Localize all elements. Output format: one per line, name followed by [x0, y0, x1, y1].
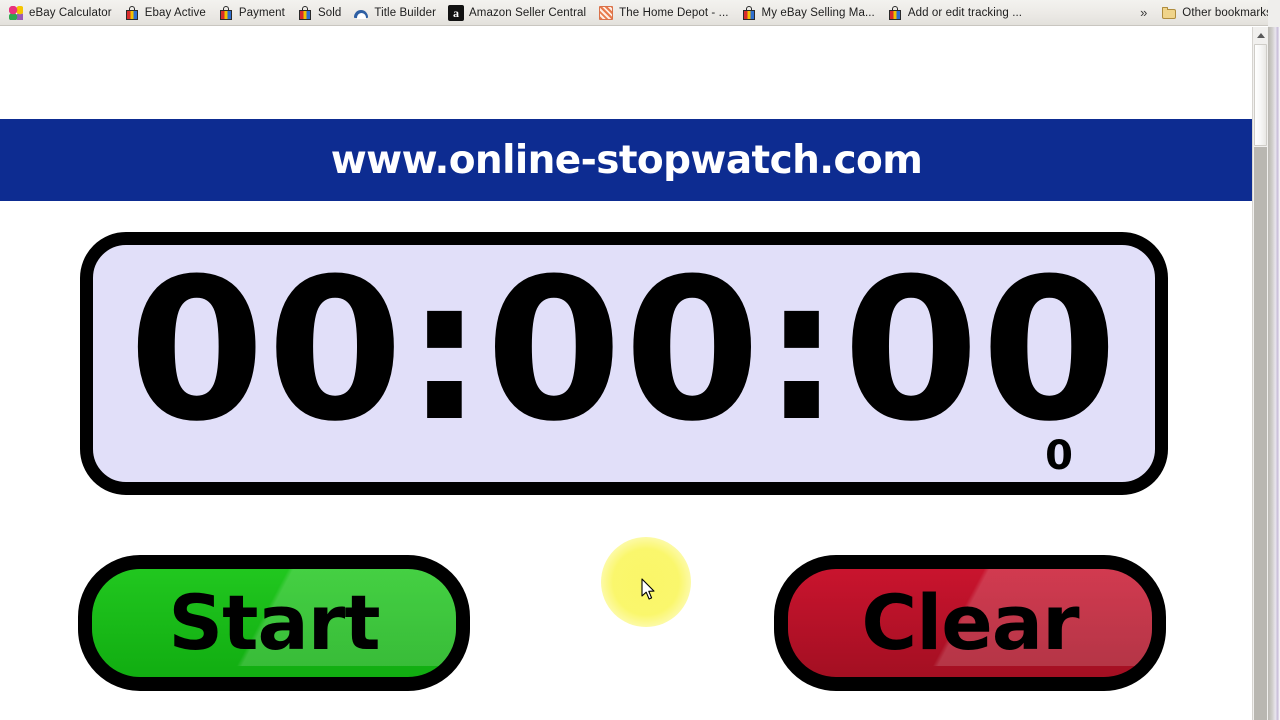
- hatch-icon: [598, 5, 614, 21]
- bookmark-title-builder[interactable]: Title Builder: [349, 3, 443, 23]
- bookmark-add-or-edit-tracking[interactable]: Add or edit tracking ...: [883, 3, 1029, 23]
- ebay-bag-icon: [887, 5, 903, 21]
- amazon-icon: a: [448, 4, 464, 21]
- bookmark-amazon-seller-central[interactable]: a Amazon Seller Central: [444, 3, 593, 23]
- bookmark-label: eBay Calculator: [29, 6, 112, 19]
- pinwheel-icon: [8, 5, 24, 21]
- bookmarks-bar: eBay Calculator Ebay Active Payment Sold…: [0, 0, 1280, 26]
- bookmark-home-depot[interactable]: The Home Depot - ...: [594, 3, 735, 23]
- bookmark-label: Add or edit tracking ...: [907, 6, 1023, 19]
- stopwatch-time: 00:00:00: [128, 237, 1120, 465]
- bookmarks-overflow-chevron-icon[interactable]: »: [1130, 3, 1157, 23]
- scrollbar-thumb[interactable]: [1254, 44, 1267, 146]
- bookmark-ebay-active[interactable]: Ebay Active: [120, 3, 213, 23]
- site-banner: www.online-stopwatch.com: [0, 119, 1253, 201]
- bookmark-sold[interactable]: Sold: [293, 3, 348, 23]
- screen: eBay Calculator Ebay Active Payment Sold…: [0, 0, 1280, 720]
- ebay-bag-icon: [741, 5, 757, 21]
- bookmark-label: Sold: [317, 6, 342, 19]
- bookmark-payment[interactable]: Payment: [214, 3, 292, 23]
- start-button[interactable]: Start: [78, 555, 470, 691]
- bookmark-label: The Home Depot - ...: [619, 6, 729, 19]
- window-edge-top: [1268, 0, 1280, 27]
- start-button-label: Start: [168, 578, 380, 667]
- site-title: www.online-stopwatch.com: [330, 137, 923, 183]
- window-edge: [1268, 27, 1280, 720]
- scroll-up-arrow-icon[interactable]: [1253, 27, 1268, 43]
- bookmark-label: Payment: [238, 6, 285, 19]
- ebay-bag-icon: [297, 5, 313, 21]
- swoosh-icon: [353, 5, 369, 21]
- stopwatch-display: 00:00:00 0: [80, 232, 1168, 495]
- folder-icon: [1161, 5, 1177, 21]
- vertical-scrollbar[interactable]: [1252, 27, 1268, 720]
- bookmark-ebay-calculator[interactable]: eBay Calculator: [4, 3, 119, 23]
- bookmark-my-ebay-selling-manager[interactable]: My eBay Selling Ma...: [737, 3, 882, 23]
- stopwatch-milliseconds: 0: [1045, 433, 1073, 479]
- page-content: www.online-stopwatch.com 00:00:00 0 Star…: [0, 27, 1253, 720]
- ebay-bag-icon: [124, 5, 140, 21]
- ebay-bag-icon: [218, 5, 234, 21]
- bookmark-label: Ebay Active: [144, 6, 206, 19]
- other-bookmarks-label: Other bookmarks: [1182, 6, 1272, 19]
- clear-button-label: Clear: [861, 578, 1079, 667]
- bookmark-label: My eBay Selling Ma...: [761, 6, 875, 19]
- bookmark-label: Title Builder: [374, 6, 436, 19]
- clear-button[interactable]: Clear: [774, 555, 1166, 691]
- bookmark-label: Amazon Seller Central: [469, 6, 587, 19]
- other-bookmarks-folder[interactable]: Other bookmarks: [1157, 3, 1279, 23]
- scrollbar-track[interactable]: [1254, 147, 1267, 720]
